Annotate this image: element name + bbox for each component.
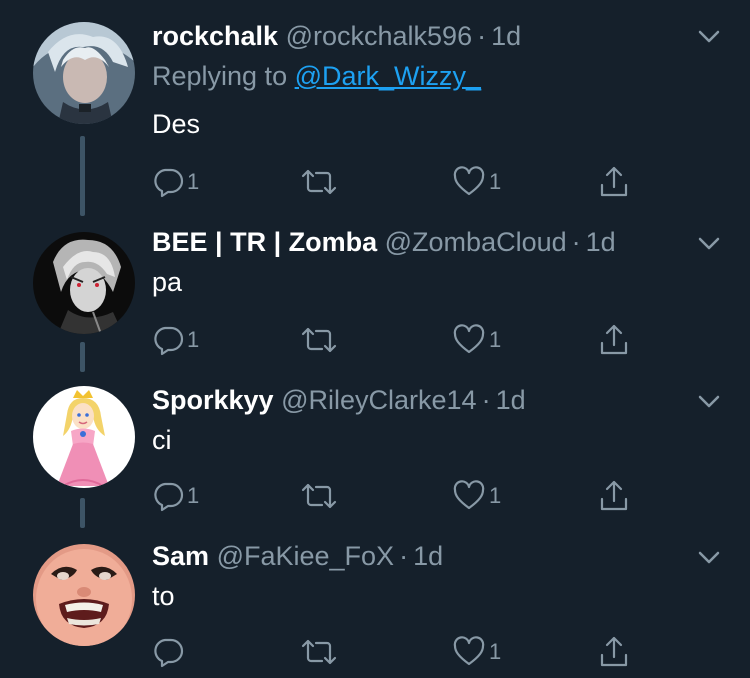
- reply-icon: [154, 326, 184, 356]
- reply-button[interactable]: 1: [152, 162, 199, 202]
- tweet-actions: 1 1: [152, 162, 652, 202]
- like-button[interactable]: 1: [452, 476, 501, 516]
- timestamp[interactable]: 1d: [496, 385, 526, 415]
- share-button[interactable]: [598, 632, 630, 672]
- avatar[interactable]: [33, 22, 135, 124]
- tweet-text: to: [152, 581, 175, 611]
- share-icon: [600, 324, 628, 355]
- tweet-header: Sporkkyy @RileyClarke14 · 1d: [152, 380, 526, 420]
- retweet-button[interactable]: [300, 320, 341, 360]
- replying-to-prefix: Replying to: [152, 61, 295, 91]
- display-name[interactable]: Sporkkyy: [152, 385, 274, 415]
- share-button[interactable]: [598, 320, 630, 360]
- reply-count: 1: [187, 169, 200, 194]
- replying-to: Replying to @Dark_Wizzy_: [152, 56, 481, 96]
- tweet-item[interactable]: Sam @FaKiee_FoX · 1d to 1: [0, 536, 750, 678]
- reply-count: 1: [187, 327, 200, 352]
- tweet-header: Sam @FaKiee_FoX · 1d: [152, 536, 443, 576]
- like-count: 1: [489, 483, 502, 508]
- chevron-down-icon[interactable]: [692, 540, 726, 574]
- heart-icon: [453, 324, 485, 354]
- retweet-icon: [301, 169, 337, 195]
- tweet-actions: 1: [152, 632, 652, 672]
- timestamp[interactable]: 1d: [491, 21, 521, 51]
- reply-button[interactable]: 1: [152, 476, 199, 516]
- reply-icon: [154, 482, 184, 512]
- chevron-down-icon[interactable]: [692, 226, 726, 260]
- display-name[interactable]: BEE | TR | Zomba: [152, 227, 377, 257]
- retweet-icon: [301, 327, 337, 353]
- tweet-actions: 1 1: [152, 476, 652, 516]
- separator: ·: [477, 21, 487, 51]
- share-icon: [600, 636, 628, 667]
- tweet-text: ci: [152, 425, 172, 455]
- heart-icon: [453, 480, 485, 510]
- reply-button[interactable]: [152, 632, 187, 672]
- retweet-button[interactable]: [300, 632, 341, 672]
- retweet-icon: [301, 483, 337, 509]
- heart-icon: [453, 166, 485, 196]
- share-icon: [600, 166, 628, 197]
- heart-icon: [453, 636, 485, 666]
- reply-icon: [154, 638, 184, 668]
- share-icon: [600, 480, 628, 511]
- separator: ·: [399, 541, 409, 571]
- retweet-icon: [301, 639, 337, 665]
- retweet-button[interactable]: [300, 476, 341, 516]
- chevron-down-icon[interactable]: [692, 19, 726, 53]
- reply-count: 1: [187, 483, 200, 508]
- tweet-actions: 1 1: [152, 320, 652, 360]
- separator: ·: [481, 385, 491, 415]
- separator: ·: [571, 227, 581, 257]
- avatar[interactable]: [33, 386, 135, 488]
- user-handle[interactable]: @RileyClarke14: [281, 385, 476, 415]
- display-name[interactable]: Sam: [152, 541, 209, 571]
- tweet-header: BEE | TR | Zomba @ZombaCloud · 1d: [152, 222, 616, 262]
- tweet-item[interactable]: BEE | TR | Zomba @ZombaCloud · 1d pa 1 1: [0, 222, 750, 372]
- chevron-down-icon[interactable]: [692, 384, 726, 418]
- like-button[interactable]: 1: [452, 320, 501, 360]
- user-handle[interactable]: @ZombaCloud: [385, 227, 567, 257]
- display-name[interactable]: rockchalk: [152, 21, 278, 51]
- tweet-text: Des: [152, 109, 201, 139]
- like-button[interactable]: 1: [452, 162, 501, 202]
- tweet-item[interactable]: Sporkkyy @RileyClarke14 · 1d ci 1 1: [0, 380, 750, 530]
- timestamp[interactable]: 1d: [586, 227, 616, 257]
- timestamp[interactable]: 1d: [413, 541, 443, 571]
- like-count: 1: [489, 169, 502, 194]
- tweet-item[interactable]: rockchalk @rockchalk596 · 1d Replying to @…: [0, 16, 750, 216]
- tweet-text: pa: [152, 267, 183, 297]
- user-handle[interactable]: @FaKiee_FoX: [217, 541, 395, 571]
- user-handle[interactable]: @rockchalk596: [286, 21, 473, 51]
- like-count: 1: [489, 639, 502, 664]
- share-button[interactable]: [598, 162, 630, 202]
- replying-to-link[interactable]: @Dark_Wizzy_: [295, 61, 481, 91]
- like-count: 1: [489, 327, 502, 352]
- retweet-button[interactable]: [300, 162, 341, 202]
- tweet-header: rockchalk @rockchalk596 · 1d: [152, 16, 521, 56]
- share-button[interactable]: [598, 476, 630, 516]
- reply-button[interactable]: 1: [152, 320, 199, 360]
- avatar[interactable]: [33, 544, 135, 646]
- reply-icon: [154, 168, 184, 198]
- avatar[interactable]: [33, 232, 135, 334]
- like-button[interactable]: 1: [452, 632, 501, 672]
